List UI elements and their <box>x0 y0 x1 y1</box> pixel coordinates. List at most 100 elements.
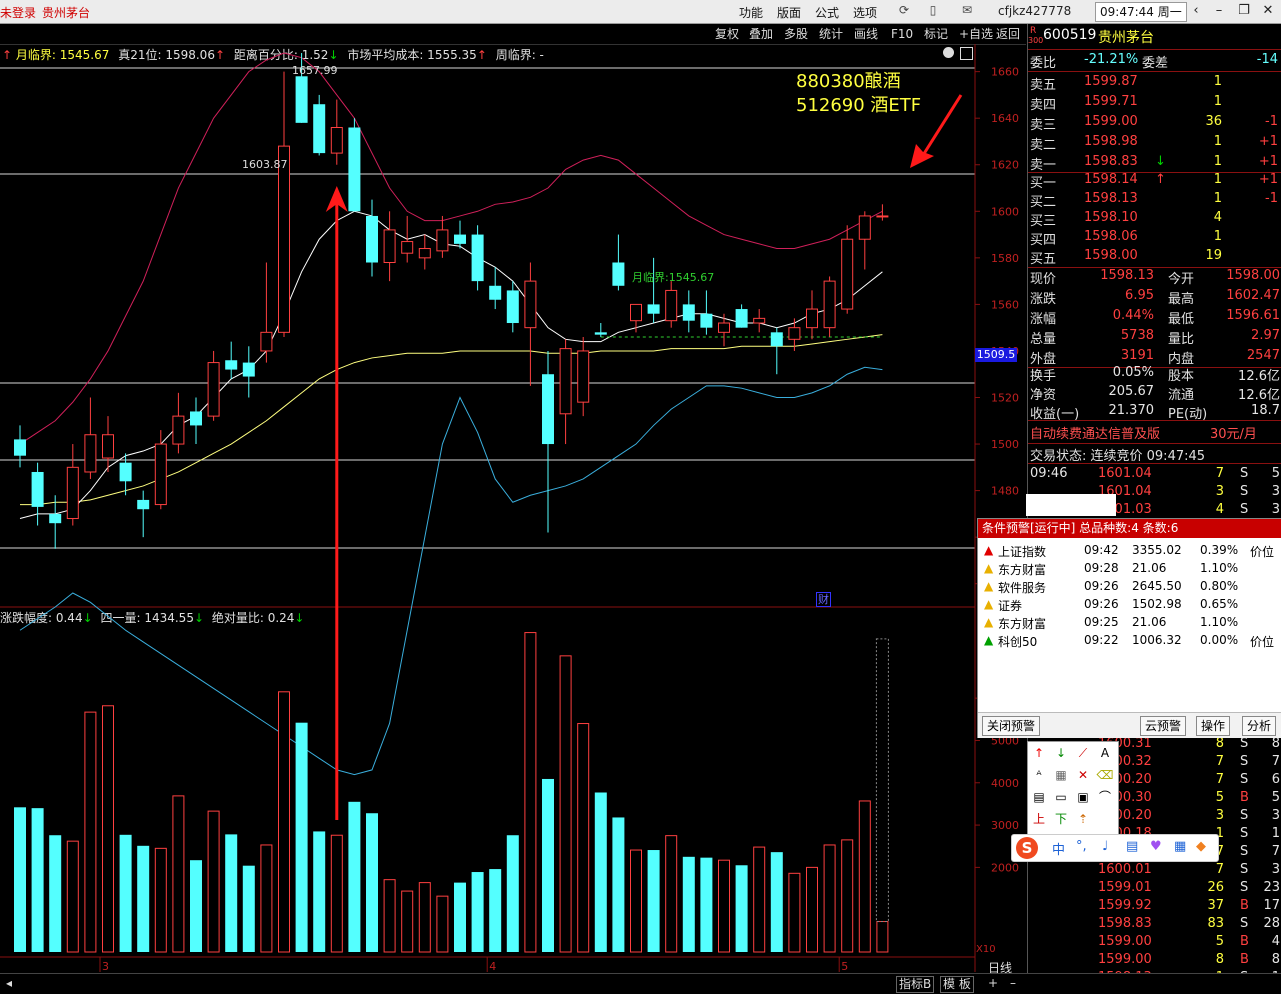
close-alert-button[interactable]: 关闭预警 <box>982 716 1041 736</box>
cloth-icon[interactable]: ◆ <box>1196 839 1206 854</box>
candle-body <box>190 411 202 426</box>
volume-bar <box>66 840 79 953</box>
back-icon[interactable]: ‹ <box>1185 2 1207 20</box>
volume-bar <box>31 808 44 952</box>
updown-tool-icon[interactable]: ⇡ <box>1074 810 1092 828</box>
candle-body <box>366 215 378 263</box>
ime-punct-icon[interactable]: °, <box>1076 839 1087 854</box>
zoom-in-icon[interactable]: + <box>988 976 998 991</box>
candle-body <box>577 350 590 403</box>
bid-row[interactable]: 买二 1598.13 1 -1 <box>1028 190 1281 210</box>
ask-row[interactable]: 卖五 1599.87 1 <box>1028 73 1281 93</box>
ad-price[interactable]: 30元/月 <box>1210 423 1257 442</box>
ime-chinese[interactable]: 中 <box>1052 839 1065 858</box>
alert-row[interactable]: ▲ 东方财富 09:25 21.06 1.10% <box>978 613 1281 631</box>
tick-row[interactable]: 1599.01 26 S 23 <box>1028 879 1281 898</box>
restore-icon[interactable]: ❐ <box>1233 2 1255 20</box>
bid-row[interactable]: 买五 1598.00 19 <box>1028 247 1281 267</box>
toolbox-icon[interactable]: ▦ <box>1174 839 1186 854</box>
image-tool-icon[interactable]: ▣ <box>1074 788 1092 806</box>
alert-row[interactable]: ▲ 东方财富 09:28 21.06 1.10% <box>978 559 1281 577</box>
alert-extra: 价位 <box>1250 545 1275 559</box>
stat-row[interactable]: 收益(一) 21.370 PE(动) 18.7 <box>1028 402 1281 422</box>
zoom-out-icon[interactable]: – <box>1010 976 1016 991</box>
tick-row[interactable]: 1599.00 5 B 4 <box>1028 933 1281 952</box>
tick-row[interactable]: 1598.83 83 S 28 <box>1028 915 1281 934</box>
stat-row[interactable]: 涨跌 6.95 最高 1602.47 <box>1028 287 1281 307</box>
sogou-logo-icon[interactable]: S <box>1016 837 1038 859</box>
stat-row[interactable]: 总量 5738 量比 2.97 <box>1028 327 1281 347</box>
candle-body <box>137 499 150 510</box>
down-mark-tool-icon[interactable]: 下 <box>1052 810 1070 828</box>
fill-tool-icon[interactable]: ▦ <box>1052 766 1070 784</box>
delete-tool-icon[interactable]: ✕ <box>1074 766 1092 784</box>
tab-template[interactable]: 模 板 <box>940 976 974 993</box>
alert-row[interactable]: ▲ 软件服务 09:26 2645.50 0.80% <box>978 577 1281 595</box>
trend-tool-icon[interactable]: ⟋ <box>1074 744 1092 762</box>
ad-text[interactable]: 自动续费通达信普及版 <box>1030 423 1160 442</box>
analyze-button[interactable]: 分析 <box>1242 716 1277 736</box>
tick-row[interactable]: 1599.00 8 B 8 <box>1028 951 1281 970</box>
scroll-left-icon[interactable]: ◂ <box>6 976 12 991</box>
volume-bar <box>788 872 801 953</box>
candle-body <box>207 362 220 417</box>
volume-bar <box>806 866 818 953</box>
tick-row[interactable]: 09:46 1601.04 7 S 5 <box>1028 465 1281 484</box>
up-mark-tool-icon[interactable]: 上 <box>1030 810 1048 828</box>
stat-row[interactable]: 净资 205.67 流通 12.6亿 <box>1028 383 1281 403</box>
tick-overlay-box <box>1026 494 1116 516</box>
volume-bar <box>260 844 273 953</box>
keyboard-icon[interactable]: ▤ <box>1126 839 1138 854</box>
alert-row[interactable]: ▲ 科创50 09:22 1006.32 0.00% 价位 <box>978 631 1281 649</box>
ruler-tool-icon[interactable]: ▭ <box>1052 788 1070 806</box>
bid-row[interactable]: 买四 1598.06 1 <box>1028 228 1281 248</box>
ask-row[interactable]: 卖二 1598.98 1 +1 <box>1028 133 1281 153</box>
stat-row[interactable]: 涨幅 0.44% 最低 1596.61 <box>1028 307 1281 327</box>
ad-row[interactable]: 自动续费通达信普及版 30元/月 <box>1028 422 1281 442</box>
ask-row[interactable]: 卖一 1598.83 ↓ 1 +1 <box>1028 153 1281 173</box>
alert-row[interactable]: ▲ 证券 09:26 1502.98 0.65% <box>978 595 1281 613</box>
cloud-alert-button[interactable]: 云预警 <box>1140 716 1187 736</box>
note-tool-icon[interactable]: ▤ <box>1030 788 1048 806</box>
operation-button[interactable]: 操作 <box>1196 716 1231 736</box>
bid-row[interactable]: 买一 1598.14 ↑ 1 +1 <box>1028 171 1281 191</box>
ime-toolbar[interactable]: S 中 °, ♩ ▤ ♥ ▦ ◆ <box>1011 834 1219 862</box>
alert-price: 21.06 <box>1132 561 1167 575</box>
ask-row[interactable]: 卖三 1599.00 36 -1 <box>1028 113 1281 133</box>
tick-count: 3 <box>1271 484 1280 499</box>
alert-window[interactable]: 条件预警[运行中] 总品种数:4 条数:6 ▲ 上证指数 09:42 3355.… <box>977 518 1281 738</box>
text-tool-icon[interactable]: A <box>1096 744 1114 762</box>
tick-row[interactable]: 1600.01 7 S 3 <box>1028 861 1281 880</box>
minimize-icon[interactable]: – <box>1208 2 1230 20</box>
ask-row[interactable]: 卖四 1599.71 1 <box>1028 93 1281 113</box>
skin-icon[interactable]: ♥ <box>1150 839 1162 854</box>
candle-body <box>735 309 748 328</box>
draw-tools-palette[interactable]: ↑ ↓ ⟋ A ᴬ ▦ ✕ ⌫ ▤ ▭ ▣ ⌒ 上 下 ⇡ <box>1027 741 1119 835</box>
tick-volume: 26 <box>1207 880 1224 895</box>
finance-marker[interactable]: 财 <box>816 592 831 607</box>
tick-price: 1599.00 <box>1098 934 1152 949</box>
up-arrow-tool-icon[interactable]: ↑ <box>1030 744 1048 762</box>
candle-body <box>542 374 554 445</box>
alert-price: 1006.32 <box>1132 633 1182 647</box>
stat-row[interactable]: 换手 0.05% 股本 12.6亿 <box>1028 364 1281 384</box>
tick-side: S <box>1240 754 1249 769</box>
arc-tool-icon[interactable]: ⌒ <box>1096 788 1114 806</box>
close-icon[interactable]: ✕ <box>1257 2 1279 20</box>
microphone-icon[interactable]: ♩ <box>1102 839 1108 854</box>
tick-volume: 5 <box>1215 790 1224 805</box>
tab-indicator[interactable]: 指标B <box>896 976 935 993</box>
alert-row[interactable]: ▲ 上证指数 09:42 3355.02 0.39% 价位 <box>978 541 1281 559</box>
erase-tool-icon[interactable]: ⌫ <box>1096 766 1114 784</box>
x-tick-label: 3 <box>102 960 109 973</box>
text-frame-tool-icon[interactable]: ᴬ <box>1030 766 1048 784</box>
stat-value: 1598.00 <box>1226 268 1280 283</box>
down-arrow-tool-icon[interactable]: ↓ <box>1052 744 1070 762</box>
stat-value: 18.7 <box>1251 403 1280 418</box>
volume-bar <box>295 722 308 952</box>
kline-chart[interactable]: 1660164016201600158015601540152015001480… <box>0 0 1026 993</box>
tick-row[interactable]: 1599.92 37 B 17 <box>1028 897 1281 916</box>
volume-bar <box>436 895 449 953</box>
bid-row[interactable]: 买三 1598.10 4 <box>1028 209 1281 229</box>
stat-row[interactable]: 现价 1598.13 今开 1598.00 <box>1028 267 1281 287</box>
